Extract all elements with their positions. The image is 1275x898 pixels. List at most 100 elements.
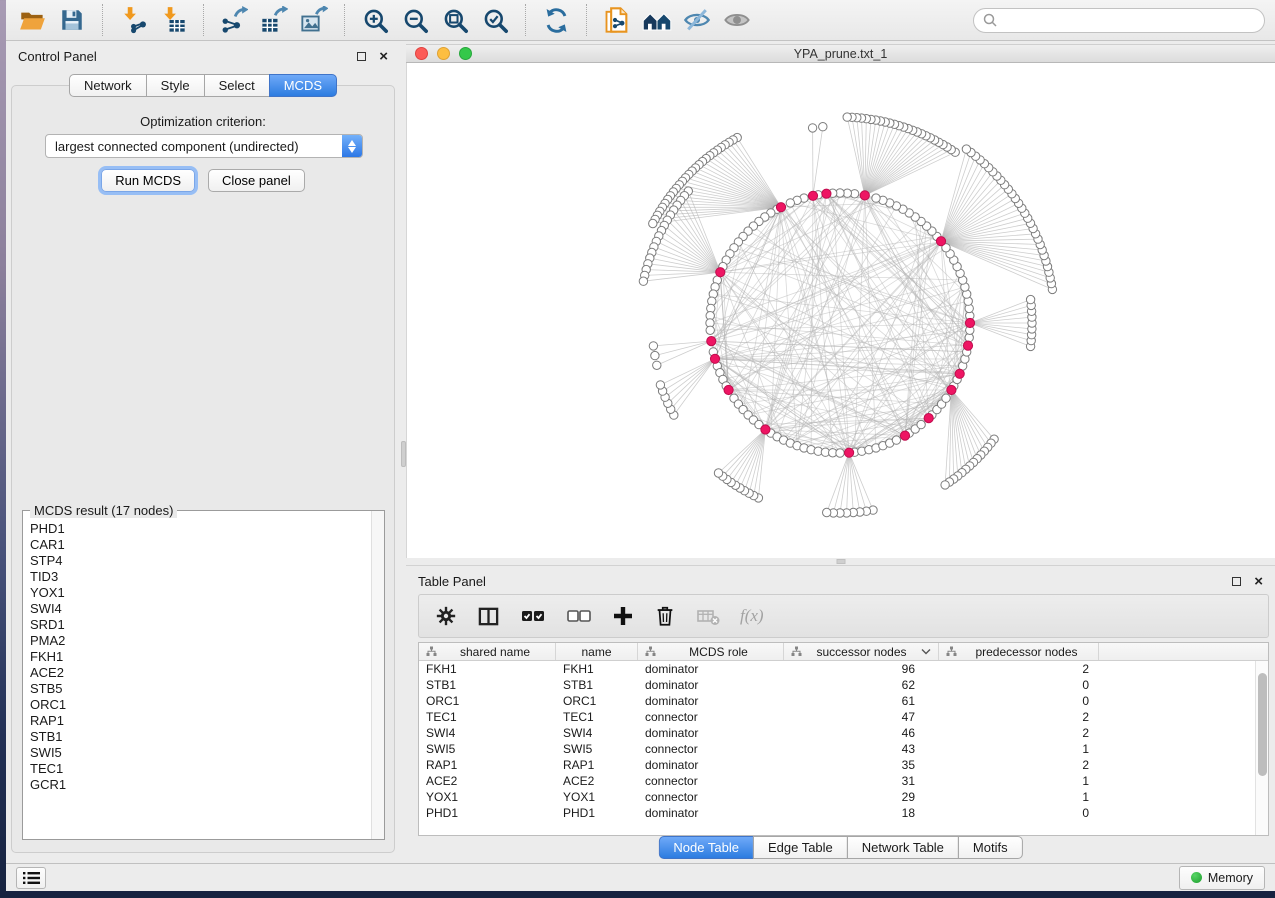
split-pane-grip[interactable] — [836, 559, 845, 564]
mcds-result-item[interactable]: ACE2 — [24, 665, 371, 681]
mcds-result-item[interactable]: SRD1 — [24, 617, 371, 633]
network-window-titlebar[interactable]: YPA_prune.txt_1 — [406, 44, 1275, 63]
graph-node[interactable] — [917, 420, 925, 428]
graph-satellite-node[interactable] — [639, 277, 647, 285]
tab-edge-table[interactable]: Edge Table — [753, 836, 848, 859]
create-column-icon[interactable] — [612, 605, 634, 627]
mcds-result-item[interactable]: RAP1 — [24, 713, 371, 729]
graph-satellite-node[interactable] — [714, 469, 722, 477]
mcds-result-item[interactable]: STP4 — [24, 553, 371, 569]
close-panel-icon[interactable]: × — [379, 52, 388, 61]
mcds-result-item[interactable]: TEC1 — [24, 761, 371, 777]
close-table-panel-icon[interactable]: × — [1254, 577, 1263, 586]
column-header-successor-nodes[interactable]: successor nodes — [784, 643, 939, 660]
tab-node-table[interactable]: Node Table — [658, 836, 754, 859]
zoom-selected-region-icon[interactable] — [479, 4, 511, 36]
first-neighbors-icon[interactable] — [641, 4, 673, 36]
table-row[interactable]: ACE2ACE2connector311 — [419, 773, 1268, 789]
table-row[interactable]: SWI4SWI4dominator462 — [419, 725, 1268, 741]
hide-unselected-columns-icon[interactable] — [566, 603, 592, 629]
save-session-icon[interactable] — [56, 4, 88, 36]
mcds-result-item[interactable]: SWI4 — [24, 601, 371, 617]
graph-satellite-node[interactable] — [649, 219, 657, 227]
graph-mcds-hub-node[interactable] — [860, 191, 869, 200]
export-network-icon[interactable] — [218, 4, 250, 36]
graph-node[interactable] — [706, 326, 714, 334]
hide-selected-icon[interactable] — [681, 4, 713, 36]
graph-mcds-hub-node[interactable] — [936, 237, 945, 246]
table-row[interactable]: STB1STB1dominator620 — [419, 677, 1268, 693]
tab-style[interactable]: Style — [146, 74, 205, 97]
graph-satellite-node[interactable] — [823, 508, 831, 516]
mcds-result-item[interactable]: CAR1 — [24, 537, 371, 553]
memory-button[interactable]: Memory — [1179, 866, 1265, 890]
network-canvas[interactable] — [406, 63, 1275, 558]
graph-mcds-hub-node[interactable] — [761, 425, 770, 434]
function-builder-icon[interactable]: f(x) — [740, 606, 764, 626]
graph-satellite-node[interactable] — [808, 124, 816, 132]
zoom-fit-content-icon[interactable] — [439, 4, 471, 36]
close-panel-button[interactable]: Close panel — [208, 169, 305, 192]
graph-mcds-hub-node[interactable] — [710, 354, 719, 363]
graph-mcds-hub-node[interactable] — [845, 448, 854, 457]
column-header-name[interactable]: name — [556, 643, 638, 660]
graph-mcds-hub-node[interactable] — [707, 337, 716, 346]
mcds-result-item[interactable]: TID3 — [24, 569, 371, 585]
graph-mcds-hub-node[interactable] — [900, 431, 909, 440]
tab-network[interactable]: Network — [69, 74, 147, 97]
graph-satellite-node[interactable] — [962, 145, 970, 153]
graph-node[interactable] — [836, 449, 844, 457]
mcds-result-item[interactable]: STB1 — [24, 729, 371, 745]
mcds-result-item[interactable]: ORC1 — [24, 697, 371, 713]
graph-mcds-hub-node[interactable] — [965, 318, 974, 327]
graph-satellite-node[interactable] — [649, 342, 657, 350]
table-row[interactable]: YOX1YOX1connector291 — [419, 789, 1268, 805]
table-row[interactable]: FKH1FKH1dominator962 — [419, 661, 1268, 677]
open-session-icon[interactable] — [16, 4, 48, 36]
mcds-result-item[interactable]: YOX1 — [24, 585, 371, 601]
show-selected-columns-icon[interactable] — [520, 603, 546, 629]
run-mcds-button[interactable]: Run MCDS — [101, 169, 195, 192]
tab-motifs[interactable]: Motifs — [958, 836, 1023, 859]
graph-mcds-hub-node[interactable] — [716, 268, 725, 277]
column-header-shared-name[interactable]: shared name — [419, 643, 556, 660]
graph-satellite-node[interactable] — [653, 361, 661, 369]
window-close-icon[interactable] — [415, 47, 428, 60]
mcds-result-item[interactable]: STB5 — [24, 681, 371, 697]
graph-mcds-hub-node[interactable] — [808, 191, 817, 200]
splitter-grip[interactable] — [401, 441, 406, 467]
graph-satellite-node[interactable] — [651, 351, 659, 359]
export-image-icon[interactable] — [298, 4, 330, 36]
tab-select[interactable]: Select — [204, 74, 270, 97]
mcds-result-item[interactable]: SWI5 — [24, 745, 371, 761]
graph-mcds-hub-node[interactable] — [822, 189, 831, 198]
graph-mcds-hub-node[interactable] — [947, 385, 956, 394]
search-field[interactable] — [973, 8, 1265, 33]
zoom-in-icon[interactable] — [359, 4, 391, 36]
column-settings-icon[interactable] — [435, 605, 457, 627]
table-row[interactable]: PHD1PHD1dominator180 — [419, 805, 1268, 821]
table-row[interactable]: RAP1RAP1dominator352 — [419, 757, 1268, 773]
mcds-result-item[interactable]: PHD1 — [24, 521, 371, 537]
mcds-result-scrollbar[interactable] — [371, 511, 384, 839]
graph-satellite-node[interactable] — [1026, 295, 1034, 303]
graph-satellite-node[interactable] — [656, 381, 664, 389]
optimization-criterion-select[interactable]: largest connected component (undirected) — [45, 134, 363, 158]
graph-satellite-node[interactable] — [941, 481, 949, 489]
graph-node[interactable] — [892, 436, 900, 444]
graph-mcds-hub-node[interactable] — [924, 414, 933, 423]
column-header-MCDS-role[interactable]: MCDS role — [638, 643, 784, 660]
show-log-panel-button[interactable] — [16, 867, 46, 889]
table-row[interactable]: TEC1TEC1connector472 — [419, 709, 1268, 725]
table-row[interactable]: SWI5SWI5connector431 — [419, 741, 1268, 757]
show-all-icon[interactable] — [721, 4, 753, 36]
node-table-scrollbar[interactable] — [1255, 661, 1268, 835]
mcds-result-item[interactable]: PMA2 — [24, 633, 371, 649]
refresh-network-icon[interactable] — [540, 4, 572, 36]
graph-mcds-hub-node[interactable] — [963, 341, 972, 350]
delete-column-icon[interactable] — [654, 605, 676, 627]
float-table-panel-icon[interactable] — [1232, 577, 1241, 586]
table-row[interactable]: ORC1ORC1dominator610 — [419, 693, 1268, 709]
graph-satellite-node[interactable] — [843, 113, 851, 121]
tab-network-table[interactable]: Network Table — [847, 836, 959, 859]
